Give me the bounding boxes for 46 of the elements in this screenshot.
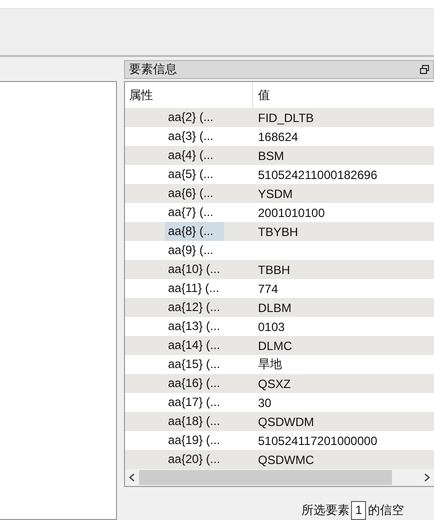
value-cell: 510524117201000000 [258, 434, 378, 448]
attribute-cell[interactable]: aa{20} (... [165, 450, 224, 469]
value-cell: 510524211000182696 [258, 168, 378, 182]
value-cell: BSM [258, 148, 284, 162]
attribute-cell[interactable]: aa{11} (... [165, 279, 224, 298]
value-cell: DLBM [258, 300, 292, 314]
attribute-cell[interactable]: aa{10} (... [165, 260, 224, 279]
scroll-right-icon[interactable] [424, 473, 430, 482]
scroll-left-icon[interactable] [129, 473, 135, 482]
attribute-cell[interactable]: aa{7} (... [165, 203, 224, 222]
value-cell: QSDWDM [258, 414, 314, 428]
value-cell: 旱地 [258, 357, 282, 371]
attribute-cell[interactable]: aa{17} (... [165, 393, 224, 412]
value-cell: DLMC [258, 338, 292, 352]
attribute-cell[interactable]: aa{5} (... [165, 165, 224, 184]
attribute-cell[interactable]: aa{8} (... [165, 222, 224, 241]
value-cell: TBBH [258, 262, 290, 276]
footer-label: 所选要素 [301, 502, 350, 519]
panel-title: 要素信息 [129, 61, 177, 78]
attribute-cell[interactable]: aa{18} (... [165, 412, 224, 431]
count-field[interactable]: 1 [351, 501, 366, 520]
value-cell: 30 [258, 396, 272, 410]
attribute-cell[interactable]: aa{15} (... [165, 355, 224, 374]
value-cell: FID_DLTB [258, 110, 314, 124]
value-cell: TBYBH [258, 224, 298, 238]
value-cell: 0103 [258, 320, 285, 334]
value-cell: QSXZ [258, 376, 291, 390]
restore-icon[interactable] [420, 65, 429, 74]
attribute-cell[interactable]: aa{19} (... [165, 431, 224, 450]
attribute-cell[interactable]: aa{4} (... [165, 146, 224, 165]
value-cell: 2001010100 [258, 206, 325, 220]
value-cell: YSDM [258, 186, 293, 200]
footer-suffix: 的信空 [368, 502, 404, 519]
attribute-cell[interactable]: aa{14} (... [165, 336, 224, 355]
attribute-cell[interactable]: aa{12} (... [165, 298, 224, 317]
value-cell: 774 [258, 282, 278, 296]
attribute-cell[interactable]: aa{3} (... [165, 127, 224, 146]
attribute-cell[interactable]: aa{13} (... [165, 317, 224, 336]
horizontal-scrollbar[interactable] [125, 469, 434, 486]
attribute-cell[interactable]: aa{9} (... [165, 241, 224, 260]
value-cell: QSDWMC [258, 452, 314, 466]
column-header[interactable]: 值 [253, 86, 270, 104]
attribute-cell[interactable]: aa{16} (... [165, 374, 224, 393]
value-cell: 168624 [258, 130, 298, 144]
attribute-cell[interactable]: aa{2} (... [165, 108, 224, 127]
attribute-cell[interactable]: aa{6} (... [165, 184, 224, 203]
